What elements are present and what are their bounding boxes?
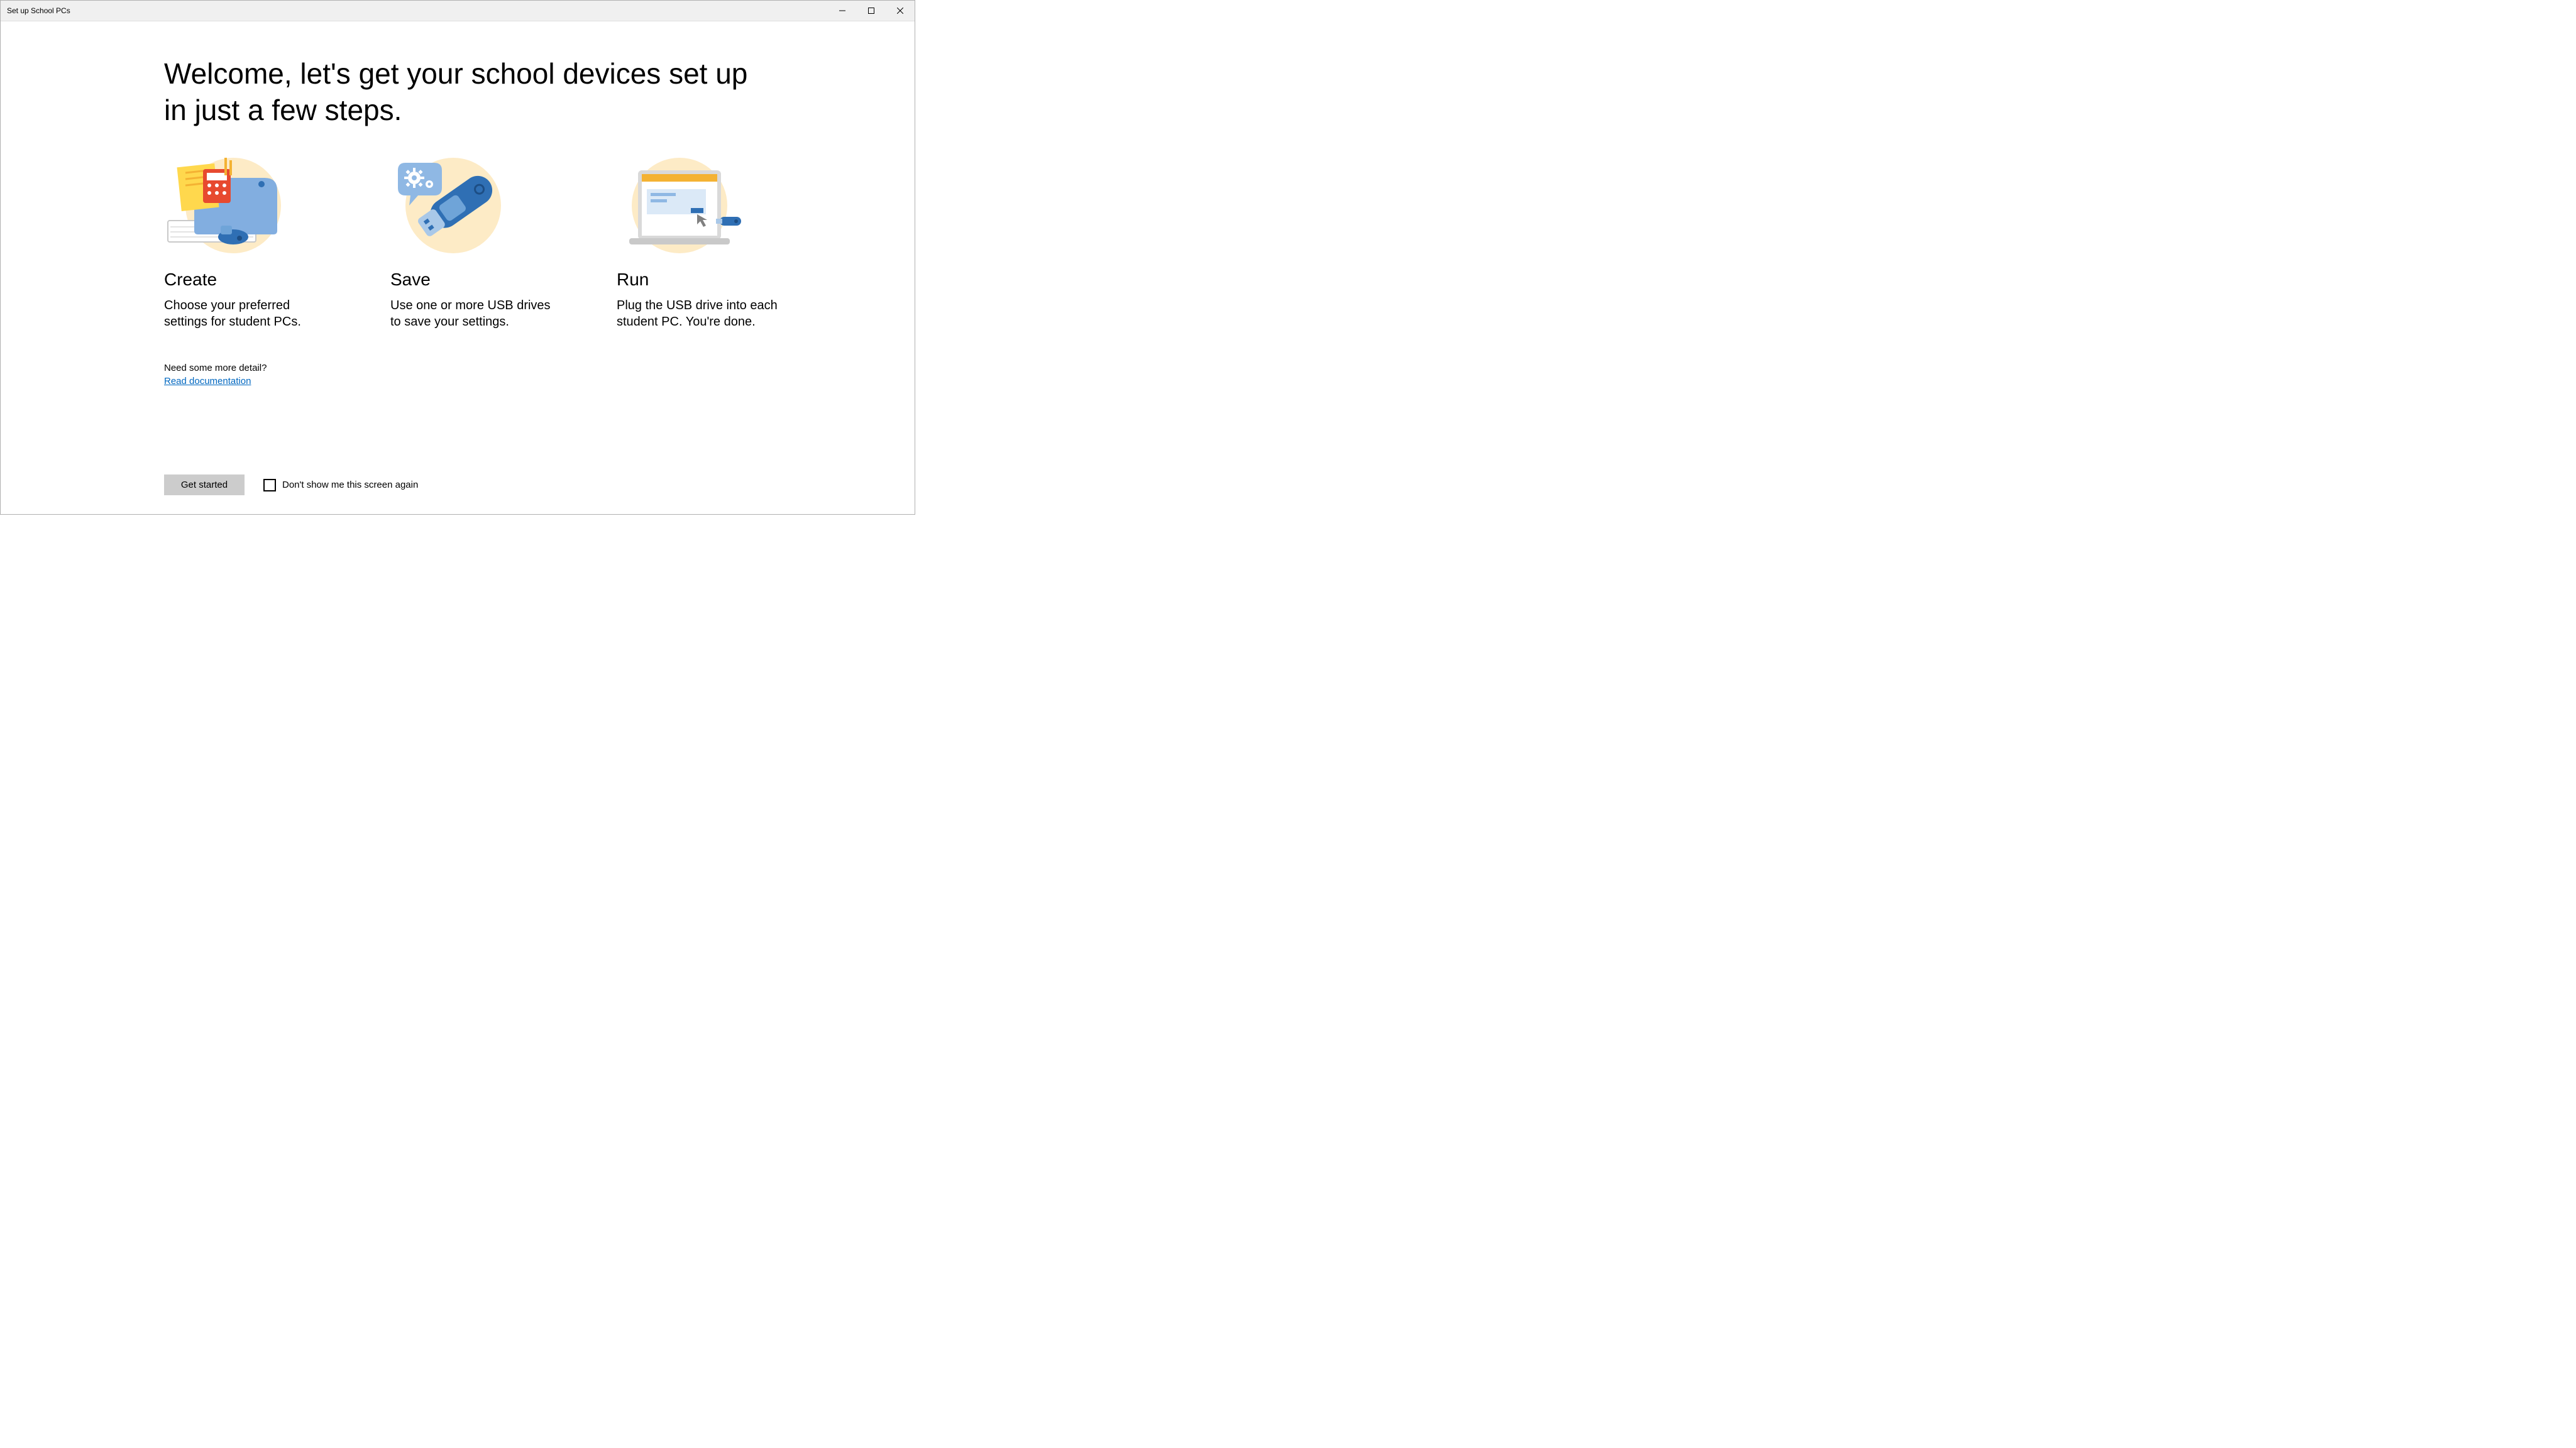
step-title: Run xyxy=(617,270,780,290)
save-illustration-icon xyxy=(390,156,516,254)
run-illustration-icon xyxy=(617,156,742,254)
create-illustration-icon xyxy=(164,156,290,254)
step-desc: Use one or more USB drives to save your … xyxy=(390,297,554,330)
dont-show-label: Don't show me this screen again xyxy=(282,480,418,490)
minimize-icon[interactable] xyxy=(828,1,857,21)
get-started-button[interactable]: Get started xyxy=(164,474,245,495)
close-icon[interactable] xyxy=(886,1,915,21)
read-documentation-link[interactable]: Read documentation xyxy=(164,376,251,387)
window-controls xyxy=(828,1,915,21)
step-desc: Plug the USB drive into each student PC.… xyxy=(617,297,780,330)
checkbox-icon[interactable] xyxy=(263,479,276,491)
footer-bar: Get started Don't show me this screen ag… xyxy=(164,474,751,495)
maximize-icon[interactable] xyxy=(857,1,886,21)
step-desc: Choose your preferred settings for stude… xyxy=(164,297,328,330)
help-prompt: Need some more detail? xyxy=(164,361,751,375)
step-save: Save Use one or more USB drives to save … xyxy=(390,156,554,330)
window-title: Set up School PCs xyxy=(7,6,828,15)
app-window: Set up School PCs Welcome, let's get you… xyxy=(0,0,915,515)
titlebar: Set up School PCs xyxy=(1,1,915,21)
step-run: Run Plug the USB drive into each student… xyxy=(617,156,780,330)
dont-show-checkbox-row[interactable]: Don't show me this screen again xyxy=(263,479,418,491)
step-title: Create xyxy=(164,270,328,290)
content-area: Welcome, let's get your school devices s… xyxy=(1,21,915,514)
page-headline: Welcome, let's get your school devices s… xyxy=(164,56,751,128)
step-title: Save xyxy=(390,270,554,290)
step-create: Create Choose your preferred settings fo… xyxy=(164,156,328,330)
help-section: Need some more detail? Read documentatio… xyxy=(164,361,751,388)
steps-row: Create Choose your preferred settings fo… xyxy=(164,156,751,330)
